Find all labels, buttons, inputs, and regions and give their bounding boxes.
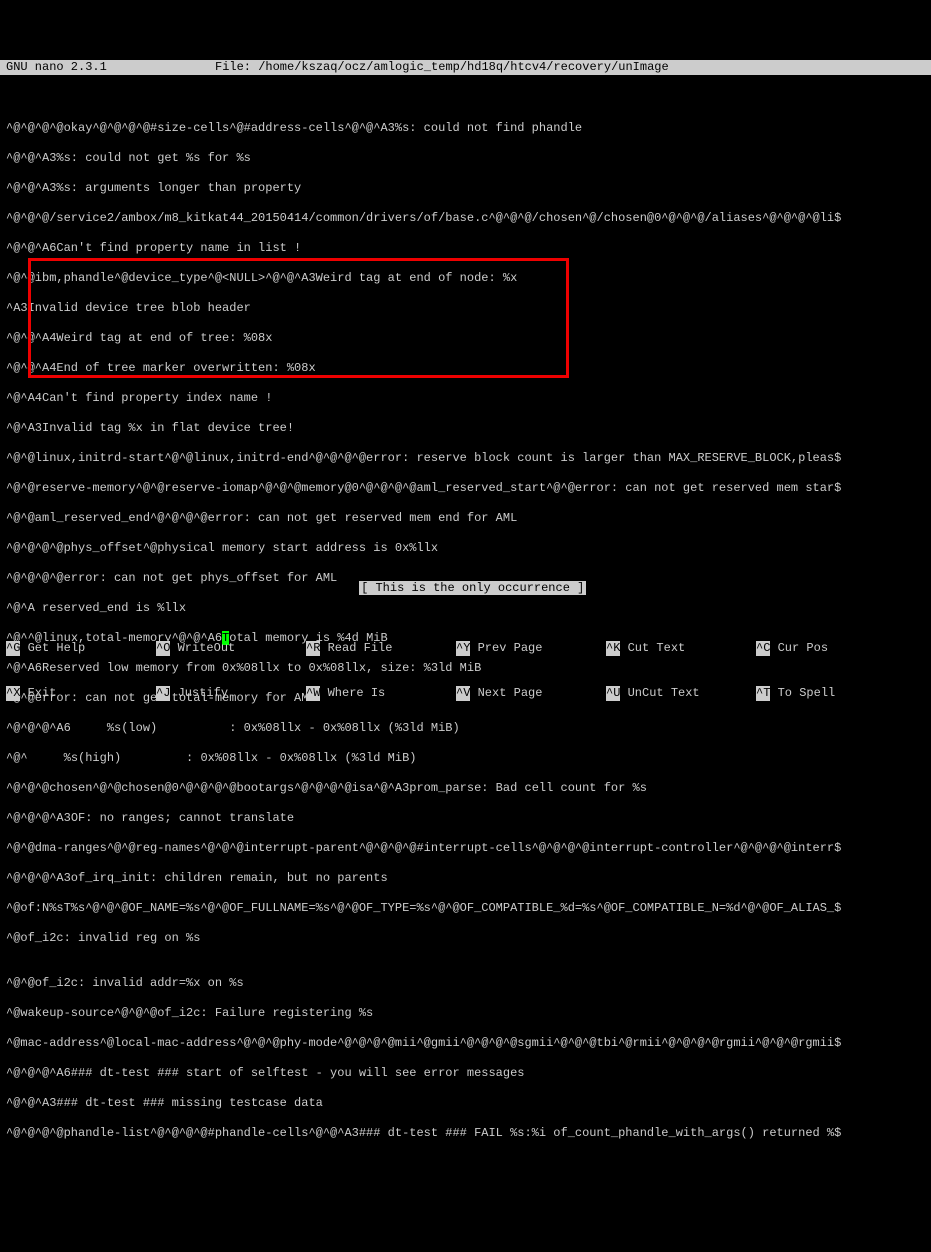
status-message: [ This is the only occurrence ] <box>359 581 586 595</box>
text-line: ^@^@^@^@okay^@^@^@^@#size-cells^@#addres… <box>6 121 925 136</box>
text-line: ^@^@^A4End of tree marker overwritten: %… <box>6 361 925 376</box>
text-line: ^@^@^@^A3OF: no ranges; cannot translate <box>6 811 925 826</box>
text-line: ^@^A4Can't find property index name ! <box>6 391 925 406</box>
shortcut-next-page[interactable]: ^V Next Page <box>456 686 606 701</box>
shortcut-exit[interactable]: ^X Exit <box>6 686 156 701</box>
text-line: ^@^@^@^@phys_offset^@physical memory sta… <box>6 541 925 556</box>
shortcut-cur-pos[interactable]: ^C Cur Pos <box>756 641 906 656</box>
text-line: ^@^@^@/service2/ambox/m8_kitkat44_201504… <box>6 211 925 226</box>
text-line: ^@^@^@^@phandle-list^@^@^@^@#phandle-cel… <box>6 1126 925 1141</box>
shortcut-writeout[interactable]: ^O WriteOut <box>156 641 306 656</box>
text-line: ^@^@^A3### dt-test ### missing testcase … <box>6 1096 925 1111</box>
text-line: ^@^@linux,initrd-start^@^@linux,initrd-e… <box>6 451 925 466</box>
text-line: ^@^@ibm,phandle^@device_type^@<NULL>^@^@… <box>6 271 925 286</box>
shortcut-uncut-text[interactable]: ^U UnCut Text <box>606 686 756 701</box>
text-line: ^@^@^@chosen^@^@chosen@0^@^@^@^@bootargs… <box>6 781 925 796</box>
status-bar: [ This is the only occurrence ] <box>0 566 931 596</box>
file-path: File: /home/kszaq/ocz/amlogic_temp/hd18q… <box>215 60 669 75</box>
text-line: ^@^ %s(high) : 0x%08llx - 0x%08llx (%3ld… <box>6 751 925 766</box>
shortcut-justify[interactable]: ^J Justify <box>156 686 306 701</box>
shortcut-where-is[interactable]: ^W Where Is <box>306 686 456 701</box>
shortcut-cut-text[interactable]: ^K Cut Text <box>606 641 756 656</box>
text-line: ^@^@^A3%s: could not get %s for %s <box>6 151 925 166</box>
app-name: GNU nano 2.3.1 <box>0 60 215 75</box>
text-line: ^@of:N%sT%s^@^@^@OF_NAME=%s^@^@OF_FULLNA… <box>6 901 925 916</box>
text-line: ^@^@aml_reserved_end^@^@^@^@error: can n… <box>6 511 925 526</box>
text-line: ^@^@of_i2c: invalid addr=%x on %s <box>6 976 925 991</box>
text-line: ^@^@^@^A3of_irq_init: children remain, b… <box>6 871 925 886</box>
text-line: ^@^@^@^A6### dt-test ### start of selfte… <box>6 1066 925 1081</box>
titlebar: GNU nano 2.3.1 File: /home/kszaq/ocz/aml… <box>0 60 931 75</box>
text-line: ^@^@^A3%s: arguments longer than propert… <box>6 181 925 196</box>
text-line: ^A3Invalid device tree blob header <box>6 301 925 316</box>
shortcut-read-file[interactable]: ^R Read File <box>306 641 456 656</box>
text-line: ^@^@^@^A6 %s(low) : 0x%08llx - 0x%08llx … <box>6 721 925 736</box>
text-line: ^@of_i2c: invalid reg on %s <box>6 931 925 946</box>
shortcut-prev-page[interactable]: ^Y Prev Page <box>456 641 606 656</box>
text-line: ^@^@^A4Weird tag at end of tree: %08x <box>6 331 925 346</box>
shortcut-to-spell[interactable]: ^T To Spell <box>756 686 906 701</box>
text-line: ^@mac-address^@local-mac-address^@^@^@ph… <box>6 1036 925 1051</box>
text-line: ^@^@reserve-memory^@^@reserve-iomap^@^@^… <box>6 481 925 496</box>
text-line: ^@^@dma-ranges^@^@reg-names^@^@^@interru… <box>6 841 925 856</box>
text-line: ^@^@^A6Can't find property name in list … <box>6 241 925 256</box>
text-line: ^@^A3Invalid tag %x in flat device tree! <box>6 421 925 436</box>
shortcut-bar: ^G Get Help^O WriteOut^R Read File^Y Pre… <box>0 596 931 626</box>
shortcut-get-help[interactable]: ^G Get Help <box>6 641 156 656</box>
text-line: ^@wakeup-source^@^@^@of_i2c: Failure reg… <box>6 1006 925 1021</box>
